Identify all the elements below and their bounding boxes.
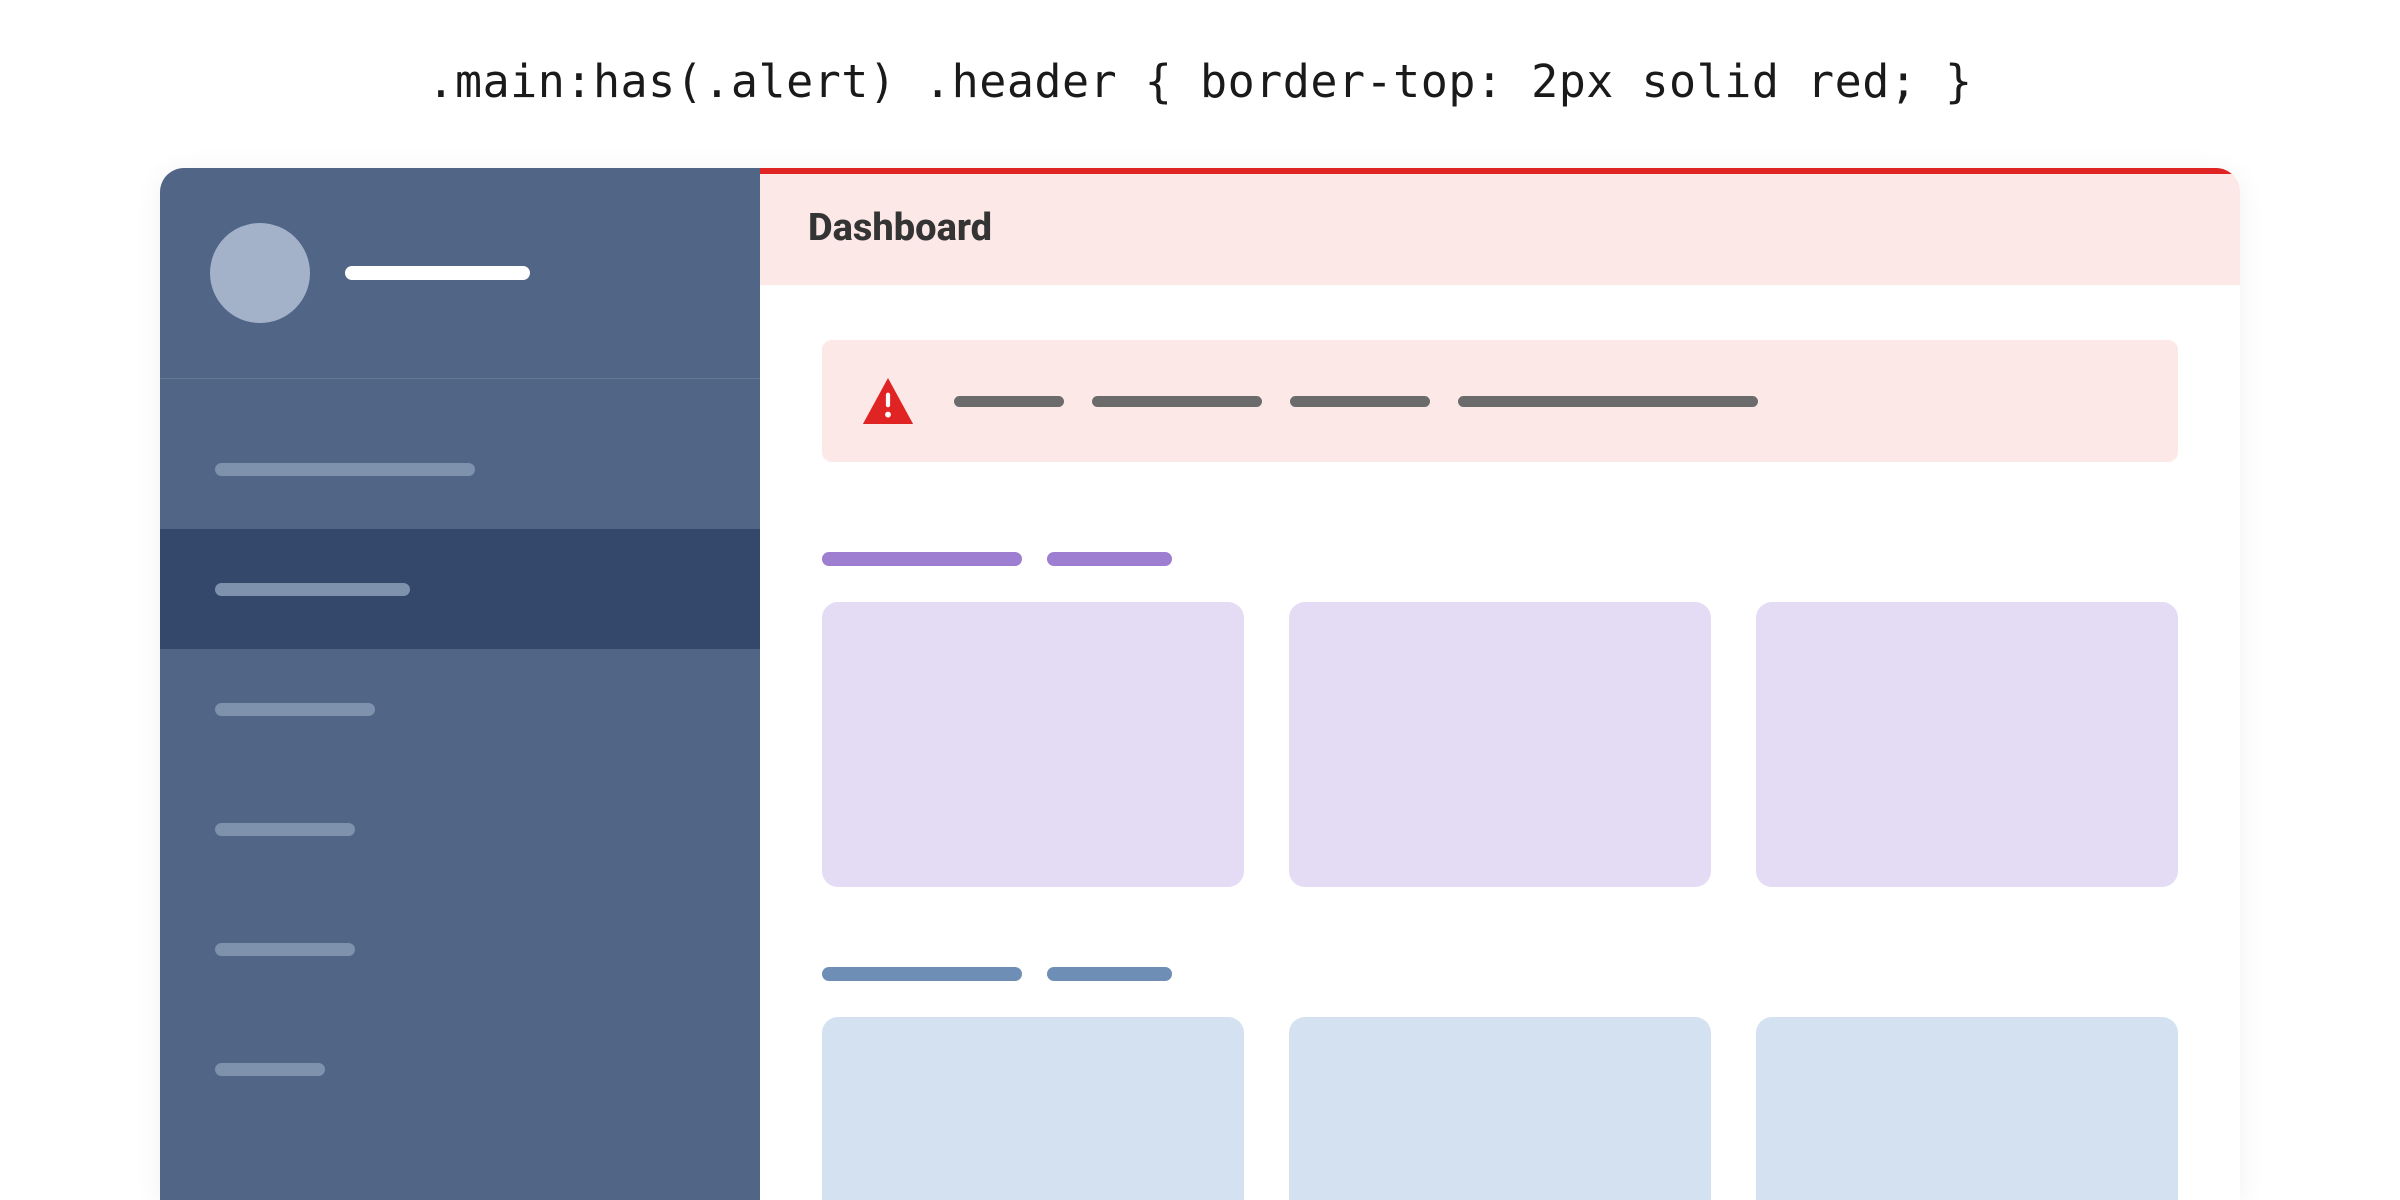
card-row xyxy=(822,1017,2178,1200)
section-heading xyxy=(822,552,2178,566)
stat-card[interactable] xyxy=(1289,1017,1711,1200)
sidebar-item[interactable] xyxy=(160,1009,760,1129)
page-header: Dashboard xyxy=(760,168,2240,285)
stat-card[interactable] xyxy=(1289,602,1711,887)
nav-label-placeholder xyxy=(215,823,355,836)
stat-card[interactable] xyxy=(1756,1017,2178,1200)
alert-banner xyxy=(822,340,2178,462)
sidebar-profile xyxy=(160,168,760,379)
nav-label-placeholder xyxy=(215,943,355,956)
stat-card[interactable] xyxy=(822,602,1244,887)
section-heading xyxy=(822,967,2178,981)
warning-triangle-icon xyxy=(862,378,914,424)
stat-card[interactable] xyxy=(822,1017,1244,1200)
content-area xyxy=(760,285,2240,1200)
app-window: Dashboard xyxy=(160,168,2240,1200)
heading-placeholder xyxy=(822,552,1022,566)
nav-label-placeholder xyxy=(215,583,410,596)
sidebar-item[interactable] xyxy=(160,649,760,769)
sidebar-item[interactable] xyxy=(160,889,760,1009)
avatar[interactable] xyxy=(210,223,310,323)
heading-placeholder xyxy=(1047,967,1172,981)
main-content: Dashboard xyxy=(760,168,2240,1200)
sidebar-nav xyxy=(160,379,760,1129)
profile-name-placeholder xyxy=(345,266,530,280)
heading-placeholder xyxy=(822,967,1022,981)
nav-label-placeholder xyxy=(215,1063,325,1076)
card-row xyxy=(822,602,2178,887)
page-title: Dashboard xyxy=(808,206,2192,250)
sidebar-item-active[interactable] xyxy=(160,529,760,649)
heading-placeholder xyxy=(1047,552,1172,566)
sidebar-item[interactable] xyxy=(160,409,760,529)
nav-label-placeholder xyxy=(215,463,475,476)
alert-message-placeholder xyxy=(954,396,1758,407)
sidebar-item[interactable] xyxy=(160,769,760,889)
stat-card[interactable] xyxy=(1756,602,2178,887)
nav-label-placeholder xyxy=(215,703,375,716)
sidebar xyxy=(160,168,760,1200)
css-code-snippet: .main:has(.alert) .header { border-top: … xyxy=(0,0,2400,168)
